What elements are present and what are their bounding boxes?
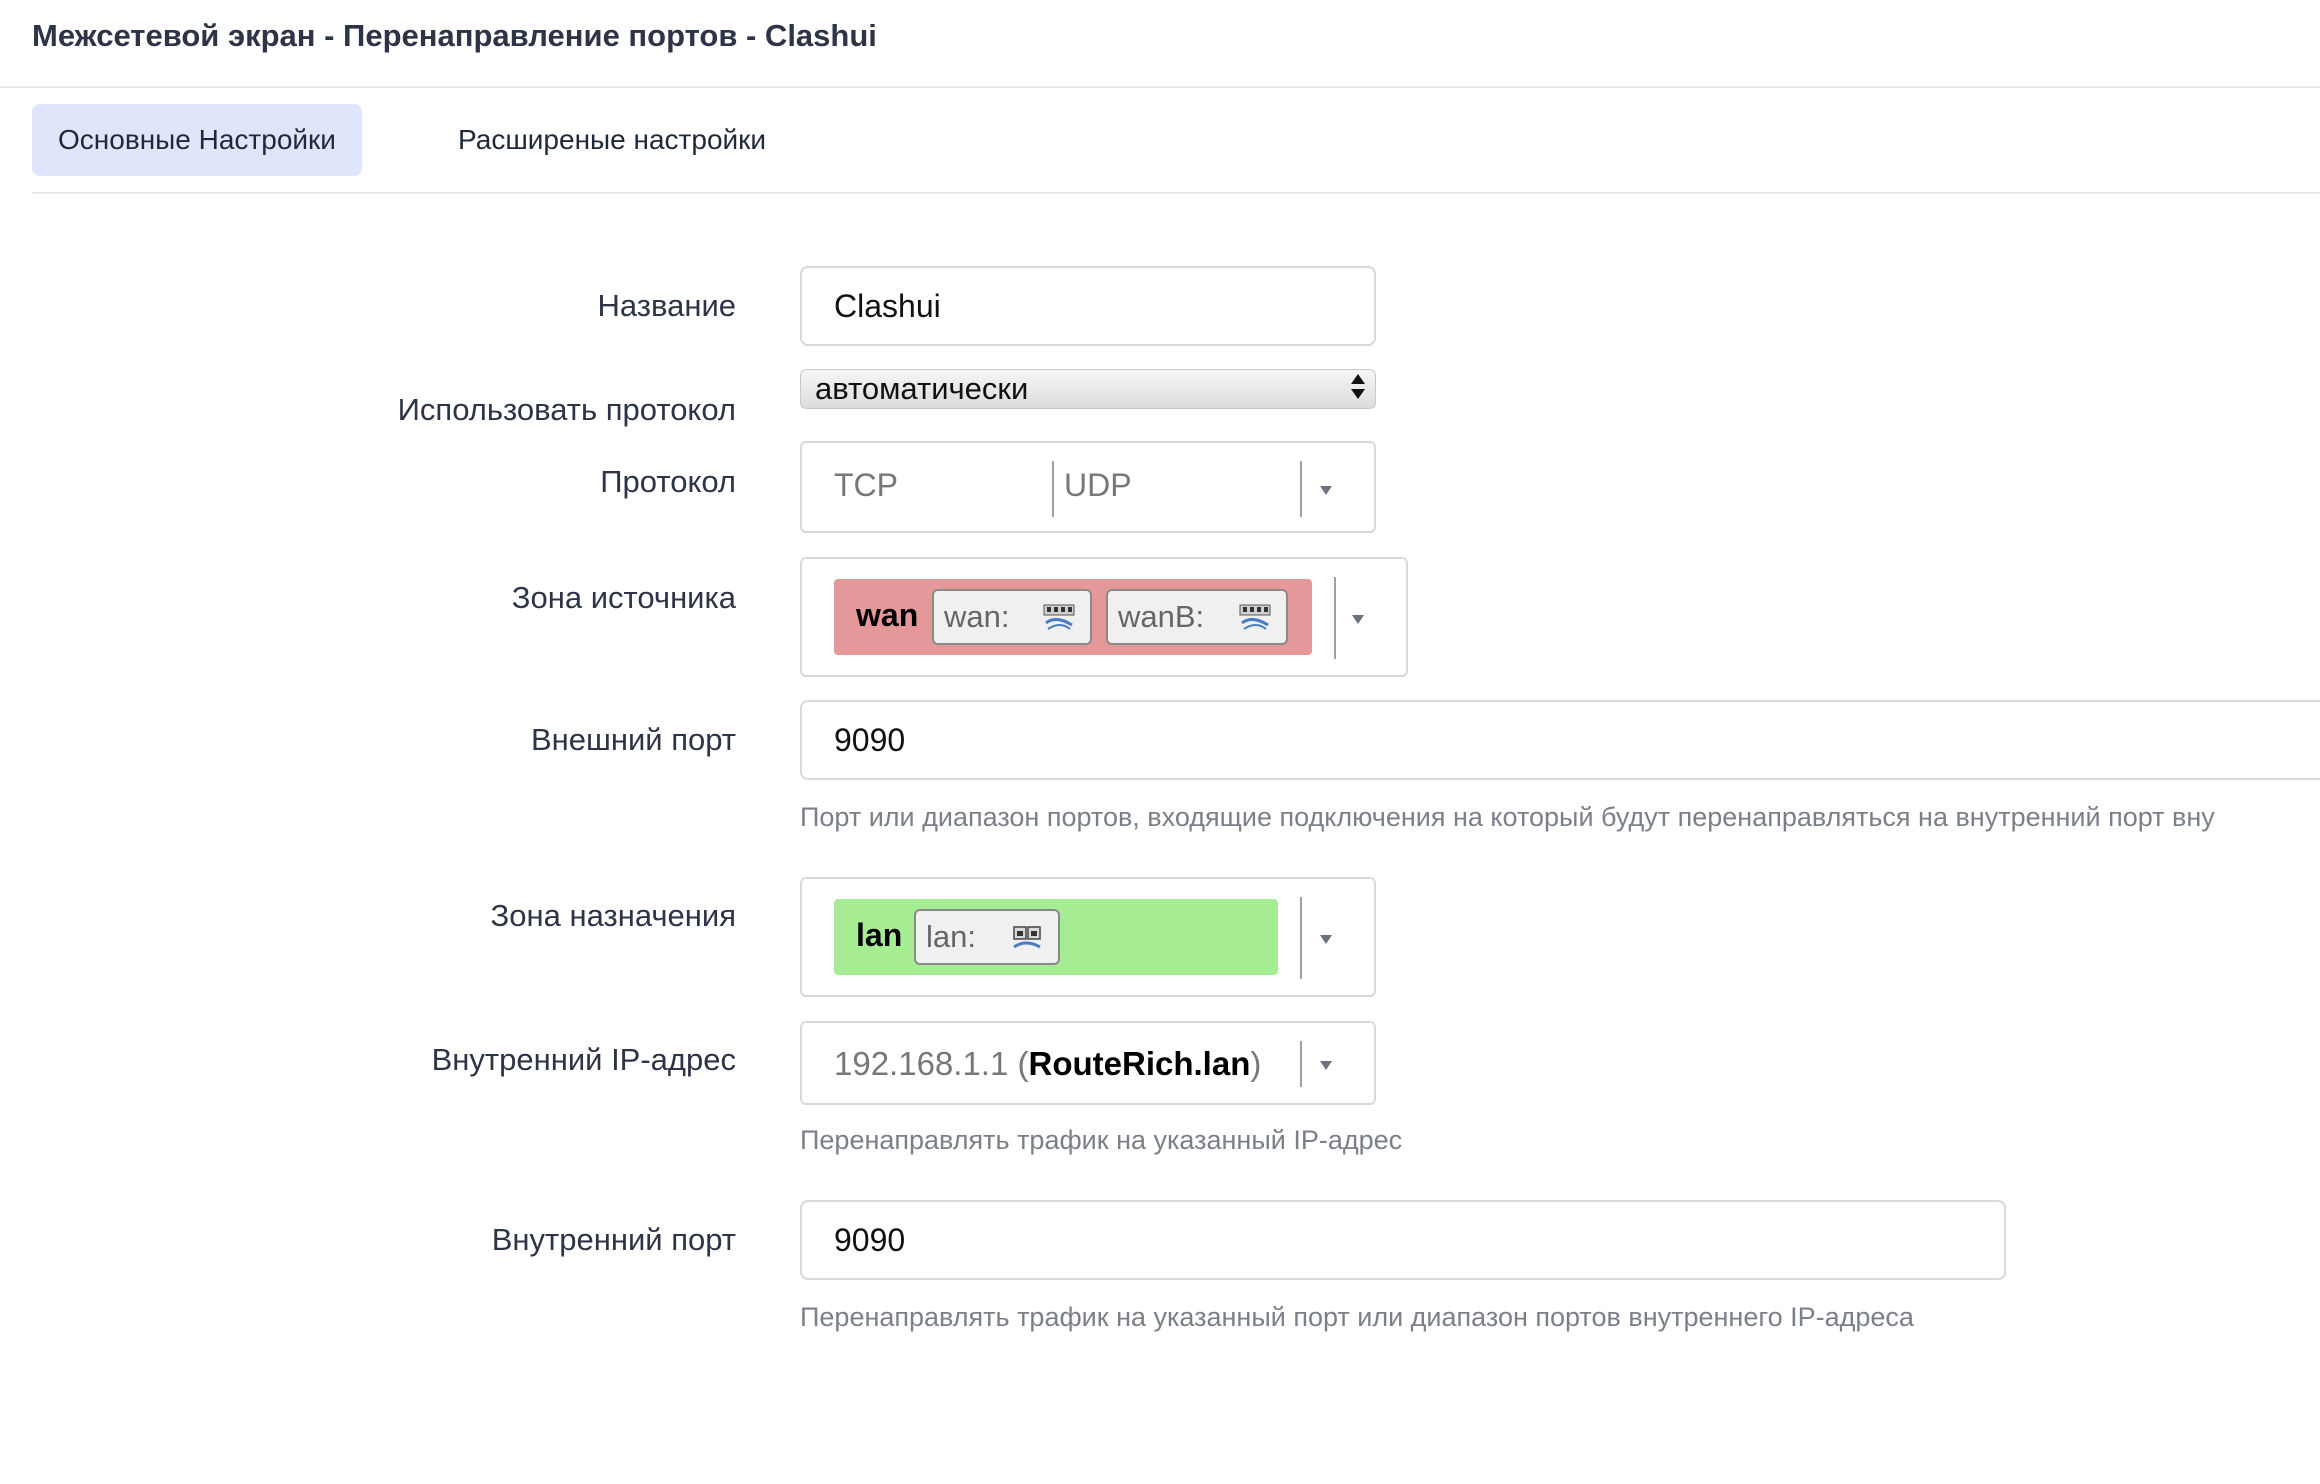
protocol-tcp: TCP (834, 467, 898, 503)
dest-zone-label: Зона назначения (490, 898, 736, 933)
protocol-udp: UDP (1064, 467, 1132, 503)
chevron-down-icon (1352, 615, 1364, 624)
internal-port-input[interactable]: 9090 (800, 1200, 2006, 1280)
dest-iface-lan: lan: (914, 909, 1060, 965)
internal-ip-separator (1300, 1041, 1302, 1087)
network-interface-icon (1043, 604, 1075, 630)
protocol-arrow-separator (1300, 461, 1302, 517)
tab-general-settings[interactable]: Основные Настройки (32, 104, 362, 176)
network-interface-icon (1013, 926, 1041, 949)
src-iface-wanb-label: wanB: (1118, 599, 1205, 634)
name-input[interactable]: Clashui (800, 266, 1376, 346)
tab-advanced-settings[interactable]: Расширеные настройки (432, 104, 792, 176)
internal-ip-label: Внутренний IP-адрес (431, 1042, 736, 1077)
src-zone-dropdown[interactable]: wan wan: wanB: (800, 557, 1408, 677)
src-zone-label: Зона источника (511, 580, 736, 615)
internal-ip-hostname: RouteRich.lan (1028, 1045, 1251, 1082)
internal-port-label: Внутренний порт (491, 1222, 736, 1257)
internal-ip-value: 192.168.1.1 (RouteRich.lan) (834, 1045, 1262, 1082)
protocol-label: Протокол (600, 464, 736, 499)
tab-bar: Основные Настройки Расширеные настройки (32, 102, 2320, 194)
dest-zone-name: lan (856, 917, 903, 953)
name-label: Название (597, 288, 736, 323)
src-zone-chip: wan wan: wanB: (834, 579, 1312, 655)
protocol-family-value: автоматически (815, 371, 1029, 406)
dest-iface-lan-label: lan: (926, 919, 976, 954)
chevron-down-icon (1320, 486, 1332, 495)
page-header: Межсетевой экран - Перенаправление порто… (0, 0, 2320, 88)
protocol-dropdown[interactable]: TCP UDP (800, 441, 1376, 533)
chevron-down-icon (1320, 1061, 1332, 1070)
select-arrows-icon (1351, 374, 1365, 404)
dest-zone-separator (1300, 897, 1302, 979)
ext-port-input[interactable]: 9090 (800, 700, 2320, 780)
chevron-down-icon (1320, 935, 1332, 944)
network-interface-icon (1239, 604, 1271, 630)
dest-zone-dropdown[interactable]: lan lan: (800, 877, 1376, 997)
internal-ip-address: 192.168.1.1 (834, 1045, 1009, 1082)
protocol-separator (1052, 461, 1054, 517)
internal-port-help: Перенаправлять трафик на указанный порт … (800, 1302, 1914, 1332)
protocol-family-label: Использовать протокол (397, 392, 736, 427)
src-zone-separator (1334, 577, 1336, 659)
src-iface-wan-label: wan: (944, 599, 1010, 634)
ext-port-label: Внешний порт (530, 722, 736, 757)
src-iface-wan: wan: (932, 589, 1092, 645)
page-title: Межсетевой экран - Перенаправление порто… (32, 18, 877, 53)
src-iface-wanb: wanB: (1106, 589, 1288, 645)
dest-zone-chip: lan lan: (834, 899, 1278, 975)
src-zone-name: wan (856, 597, 919, 633)
internal-ip-help: Перенаправлять трафик на указанный IP-ад… (800, 1125, 1403, 1155)
internal-ip-dropdown[interactable]: 192.168.1.1 (RouteRich.lan) (800, 1021, 1376, 1105)
ext-port-help: Порт или диапазон портов, входящие подкл… (800, 802, 2215, 832)
protocol-family-select[interactable]: автоматически (800, 369, 1376, 409)
